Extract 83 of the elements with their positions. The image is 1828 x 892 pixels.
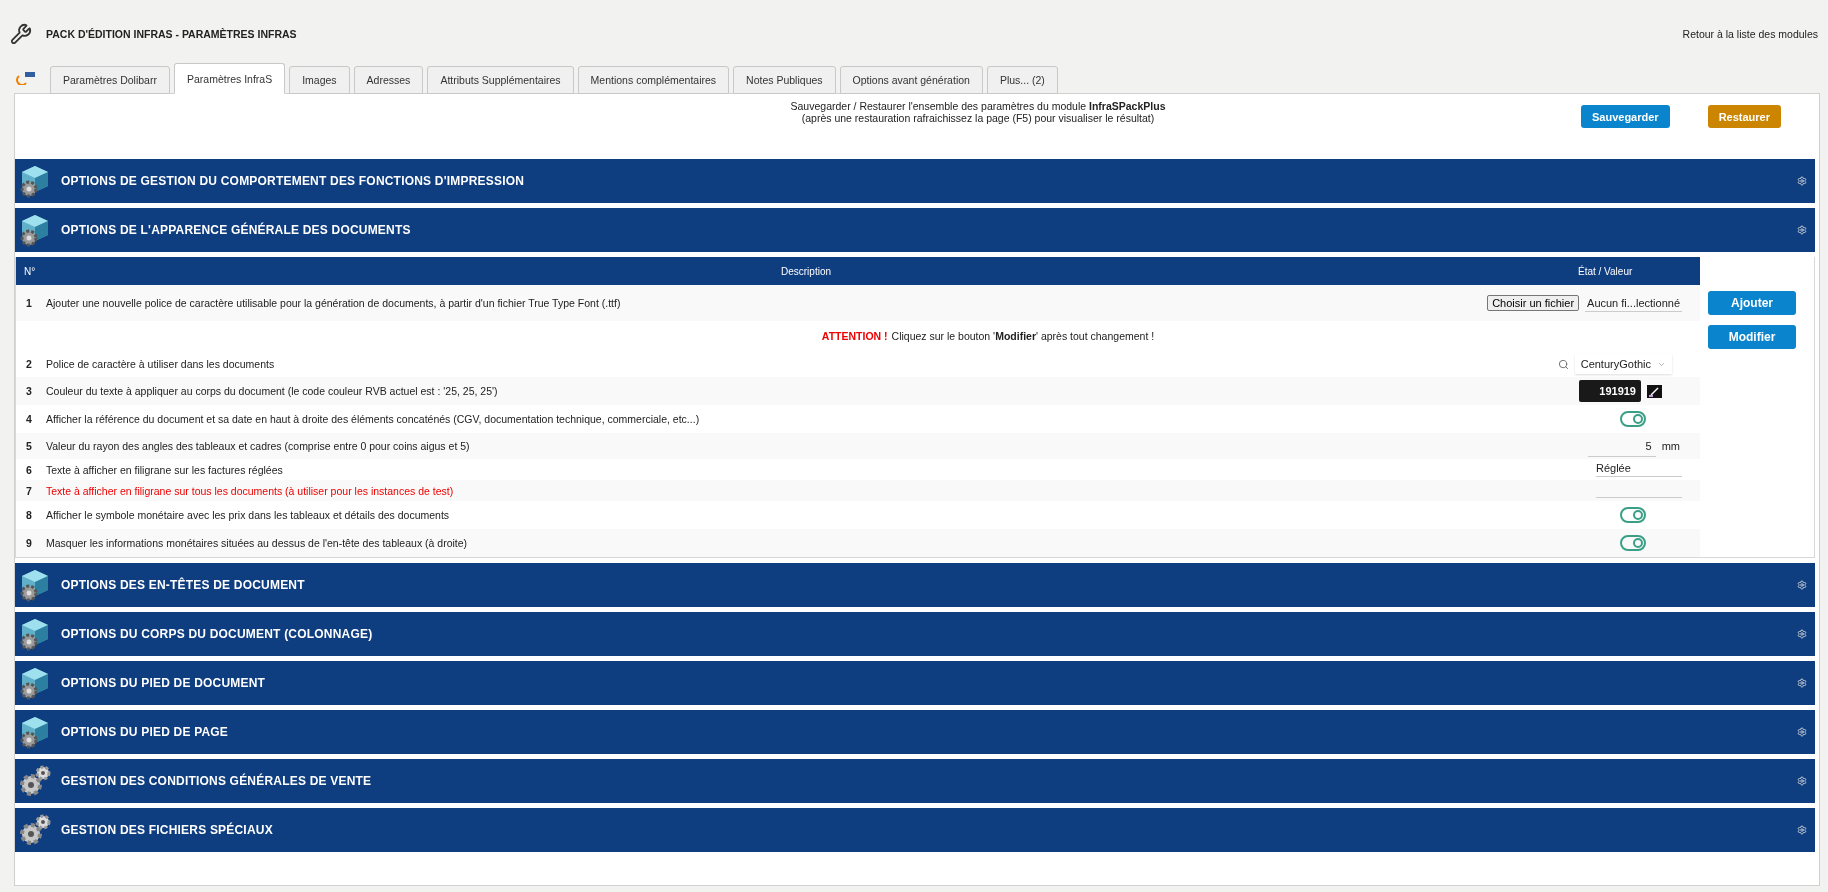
file-name: Aucun fi...lectionné	[1585, 294, 1682, 312]
section-header[interactable]: OPTIONS DE L'APPARENCE GÉNÉRALE DES DOCUMENTS	[15, 208, 1815, 252]
row-number: 9	[25, 537, 33, 549]
tab[interactable]: Mentions complémentaires	[577, 66, 730, 94]
row-number: 8	[25, 509, 33, 521]
row-number: 1	[25, 297, 33, 309]
table-header: N° Description État / Valeur	[16, 257, 1700, 285]
section-header[interactable]: OPTIONS DU PIED DE DOCUMENT	[15, 661, 1815, 705]
settings-icon[interactable]	[1797, 580, 1807, 590]
search-icon[interactable]	[1557, 358, 1569, 370]
row-number: 3	[25, 385, 33, 397]
section-header[interactable]: OPTIONS DE GESTION DU COMPORTEMENT DES FONCTIONS D'IMPRESSION	[15, 159, 1815, 203]
text-field[interactable]: Réglée	[1596, 462, 1682, 477]
toggle-switch[interactable]	[1620, 507, 1646, 523]
toggle-switch[interactable]	[1620, 411, 1646, 427]
settings-icon[interactable]	[1797, 727, 1807, 737]
tab[interactable]: Paramètres InfraS	[173, 63, 286, 94]
section-title: GESTION DES CONDITIONS GÉNÉRALES DE VENTE	[61, 774, 373, 788]
section-title: OPTIONS DU PIED DE PAGE	[61, 725, 230, 739]
section-title: OPTIONS DE L'APPARENCE GÉNÉRALE DES DOCUMENTS	[61, 223, 412, 237]
row-description: Afficher la référence du document et sa date en haut à droite des éléments concaténés (CGV, documentation technique, commerciale, etc...)	[45, 413, 701, 425]
gears-drawing	[19, 813, 51, 847]
section-header[interactable]: GESTION DES CONDITIONS GÉNÉRALES DE VENTE	[15, 759, 1815, 803]
section-header[interactable]: GESTION DES FICHIERS SPÉCIAUX	[15, 808, 1815, 852]
settings-icon[interactable]	[1797, 629, 1807, 639]
save-button[interactable]: Sauvegarder	[1581, 105, 1670, 128]
warning-label: ATTENTION !	[821, 330, 888, 342]
row-number: 6	[25, 463, 33, 476]
row-number: 7	[25, 484, 33, 497]
row-description: Masquer les informations monétaires situées au dessus de l'en-tête des tableaux (à droite)	[45, 537, 469, 549]
row-description: Ajouter une nouvelle police de caractère utilisable pour la génération de documents, à partir d'un fichier True Type Font (.ttf)	[45, 297, 622, 309]
warning-text: Cliquez sur le bouton 'Modifier' après tout changement !	[891, 330, 1155, 342]
section-title: GESTION DES FICHIERS SPÉCIAUX	[61, 823, 274, 837]
tab[interactable]: Notes Publiques	[733, 66, 836, 94]
section-title: OPTIONS DU CORPS DU DOCUMENT (COLONNAGE)	[61, 627, 374, 641]
row-number: 5	[25, 440, 33, 452]
cube-gears-drawing	[19, 213, 51, 247]
pdf-logo-icon	[16, 71, 36, 85]
tab[interactable]: Paramètres Dolibarr	[50, 66, 170, 94]
tab[interactable]: Images	[289, 66, 350, 94]
tools-icon	[10, 23, 32, 45]
cube-gears-drawing	[19, 164, 51, 198]
page-title: PACK D'ÉDITION INFRAS - PARAMÈTRES INFRAS	[46, 28, 297, 40]
section-title: OPTIONS DES EN-TÊTES DE DOCUMENT	[61, 578, 306, 592]
color-field[interactable]: 191919	[1579, 380, 1641, 402]
action-button[interactable]: Ajouter	[1708, 291, 1796, 315]
section-header[interactable]: OPTIONS DES EN-TÊTES DE DOCUMENT	[15, 563, 1815, 607]
row-description: Police de caractère à utiliser dans les documents	[45, 358, 276, 370]
choose-file-button[interactable]: Choisir un fichier	[1487, 295, 1580, 311]
gears-drawing	[19, 764, 51, 798]
settings-icon[interactable]	[1797, 678, 1807, 688]
settings-icon[interactable]	[1797, 176, 1807, 186]
action-button[interactable]: Modifier	[1708, 325, 1796, 349]
unit-label: mm	[1661, 440, 1680, 452]
section-title: OPTIONS DE GESTION DU COMPORTEMENT DES FONCTIONS D'IMPRESSION	[61, 174, 526, 188]
number-field[interactable]: 5	[1587, 435, 1656, 457]
backup-note: (après une restauration rafraichissez la page (F5) pour visualiser le résultat)	[800, 112, 1156, 124]
tab[interactable]: Options avant génération	[839, 66, 983, 94]
settings-icon[interactable]	[1797, 225, 1807, 235]
row-number: 2	[25, 358, 33, 370]
section-header[interactable]: OPTIONS DU PIED DE PAGE	[15, 710, 1815, 754]
cube-gears-drawing	[19, 617, 51, 651]
settings-icon[interactable]	[1797, 776, 1807, 786]
cube-gears-drawing	[19, 568, 51, 602]
font-select[interactable]: CenturyGothic	[1574, 354, 1672, 374]
row-description: Afficher le symbole monétaire avec les prix dans les tableaux et détails des documents	[45, 509, 451, 521]
row-number: 4	[25, 413, 33, 425]
cube-gears-drawing	[19, 666, 51, 700]
row-description: Valeur du rayon des angles des tableaux et cadres (comprise entre 0 pour coins aigus et 5)	[45, 440, 471, 452]
settings-icon[interactable]	[1797, 825, 1807, 835]
row-description: Couleur du texte à appliquer au corps du document (le code couleur RVB actuel est : '25, 25, 25')	[45, 385, 499, 397]
section-header[interactable]: OPTIONS DU CORPS DU DOCUMENT (COLONNAGE)	[15, 612, 1815, 656]
row-description: Texte à afficher en filigrane sur tous les documents (à utiliser pour les instances de test)	[45, 484, 455, 497]
cube-gears-drawing	[19, 715, 51, 749]
toggle-switch[interactable]	[1620, 535, 1646, 551]
back-link[interactable]: Retour à la liste des modules	[1682, 28, 1818, 40]
color-picker-icon[interactable]	[1647, 384, 1662, 398]
tab[interactable]: Plus... (2)	[986, 66, 1058, 94]
tab[interactable]: Adresses	[353, 66, 424, 94]
section-title: OPTIONS DU PIED DE DOCUMENT	[61, 676, 267, 690]
backup-title: Sauvegarder / Restaurer l'ensemble des paramètres du module InfraSPackPlus	[789, 100, 1167, 112]
tab[interactable]: Attributs Supplémentaires	[427, 66, 574, 94]
row-description: Texte à afficher en filigrane sur les factures réglées	[45, 463, 284, 476]
